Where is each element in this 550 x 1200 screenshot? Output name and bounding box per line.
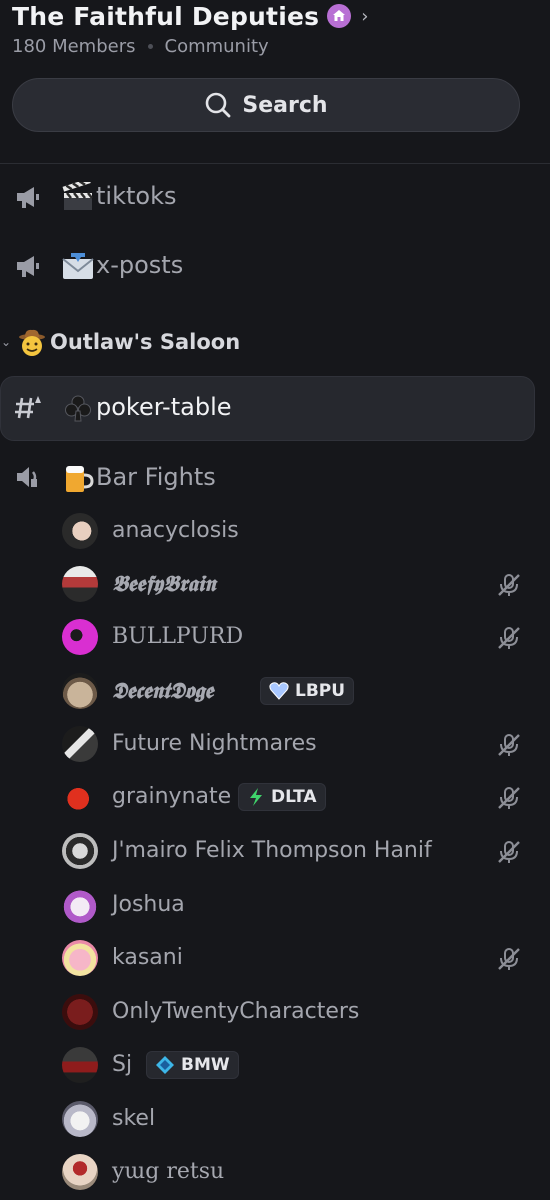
server-boost-icon [327, 4, 352, 28]
member-name: yɯg retsu [112, 1159, 225, 1184]
voice-member[interactable]: 𝕯𝖊𝖈𝖊𝖓𝖙𝕯𝖔𝖌𝖊 LBPU [0, 666, 550, 716]
voice-member[interactable]: skel [0, 1094, 550, 1144]
member-name: kasani [112, 945, 183, 970]
member-name: 𝕯𝖊𝖈𝖊𝖓𝖙𝕯𝖔𝖌𝖊 [112, 678, 214, 704]
avatar [62, 887, 98, 923]
voice-channel-bar-fights[interactable]: Bar Fights [0, 456, 550, 500]
member-name: 𝕭𝖊𝖊𝖋𝖞𝕭𝖗𝖆𝖎𝖓 [112, 571, 216, 597]
avatar [62, 726, 98, 762]
voice-member[interactable]: OnlyTwentyCharacters [0, 987, 550, 1037]
member-name: Future Nightmares [112, 731, 317, 756]
channel-x-posts[interactable]: x-posts [0, 244, 550, 288]
voice-member[interactable]: Sj BMW [0, 1040, 550, 1090]
clan-tag[interactable]: DLTA [238, 783, 326, 811]
channel-name: Bar Fights [96, 463, 216, 491]
avatar [62, 994, 98, 1030]
heart-icon [269, 682, 289, 700]
beer-mug-icon [60, 461, 96, 495]
search-icon [206, 92, 231, 118]
clan-tag[interactable]: BMW [146, 1051, 239, 1079]
clan-tag-label: DLTA [271, 787, 317, 807]
channel-poker-table[interactable]: poker-table [0, 386, 550, 430]
muted-microphone-icon [498, 627, 520, 649]
muted-microphone-icon [498, 574, 520, 596]
channel-tiktoks[interactable]: tiktoks [0, 175, 550, 219]
voice-member[interactable]: Joshua [0, 880, 550, 930]
voice-member[interactable]: yɯg retsu [0, 1147, 550, 1197]
header-divider [0, 163, 550, 164]
member-name: Joshua [112, 892, 185, 917]
server-header: The Faithful Deputies › 180 Members Comm… [12, 0, 542, 58]
avatar [62, 1047, 98, 1083]
member-name: Sj [112, 1052, 133, 1077]
voice-member[interactable]: 𝕭𝖊𝖊𝖋𝖞𝕭𝖗𝖆𝖎𝖓 [0, 559, 550, 609]
chevron-right-icon[interactable]: › [361, 6, 368, 27]
server-type: Community [164, 36, 269, 57]
server-title-row[interactable]: The Faithful Deputies › [12, 0, 542, 32]
channel-name: tiktoks [96, 182, 177, 210]
clan-tag-label: BMW [181, 1055, 230, 1075]
avatar [62, 566, 98, 602]
voice-member[interactable]: Future Nightmares [0, 719, 550, 769]
chevron-down-icon: ⌄ [1, 335, 12, 349]
clapper-board-icon [60, 180, 96, 214]
search-label: Search [242, 92, 328, 118]
search-button[interactable]: Search [12, 78, 520, 132]
member-name: skel [112, 1106, 156, 1131]
muted-microphone-icon [498, 787, 520, 809]
announcement-icon [17, 187, 39, 208]
member-name: anacyclosis [112, 518, 239, 543]
muted-microphone-icon [498, 948, 520, 970]
avatar [62, 779, 98, 815]
member-name: BULLPURD [112, 624, 244, 649]
member-count: 180 Members [12, 36, 136, 57]
member-name: OnlyTwentyCharacters [112, 999, 360, 1024]
clan-tag-label: LBPU [295, 681, 346, 701]
avatar [62, 1154, 98, 1190]
avatar [62, 833, 98, 869]
voice-member[interactable]: kasani [0, 933, 550, 983]
voice-member[interactable]: J'mairo Felix Thompson Hanif [0, 826, 550, 876]
avatar [62, 940, 98, 976]
server-meta: 180 Members Community [12, 36, 542, 57]
cowboy-face-icon [19, 329, 45, 356]
voice-channel-icon [17, 467, 37, 487]
muted-microphone-icon [498, 841, 520, 863]
avatar [62, 673, 98, 709]
voice-member[interactable]: anacyclosis [0, 506, 550, 556]
avatar [62, 1101, 98, 1137]
incoming-envelope-icon [60, 249, 96, 283]
server-name[interactable]: The Faithful Deputies [12, 2, 319, 31]
separator-dot [147, 44, 153, 49]
club-suit-icon [60, 391, 96, 425]
voice-member[interactable]: grainynate DLTA [0, 772, 550, 822]
text-channel-thread-icon [15, 396, 41, 419]
announcement-icon [17, 256, 39, 277]
category-name: Outlaw's Saloon [50, 330, 241, 354]
voice-member[interactable]: BULLPURD [0, 612, 550, 662]
channel-name: x-posts [96, 251, 184, 279]
diamond-icon [156, 1056, 174, 1074]
channel-name: poker-table [96, 393, 232, 421]
muted-microphone-icon [498, 734, 520, 756]
member-name: J'mairo Felix Thompson Hanif [112, 838, 432, 863]
avatar [62, 513, 98, 549]
avatar [62, 619, 98, 655]
member-name: grainynate [112, 784, 232, 809]
clan-tag[interactable]: LBPU [260, 677, 355, 705]
lightning-icon [250, 788, 262, 806]
